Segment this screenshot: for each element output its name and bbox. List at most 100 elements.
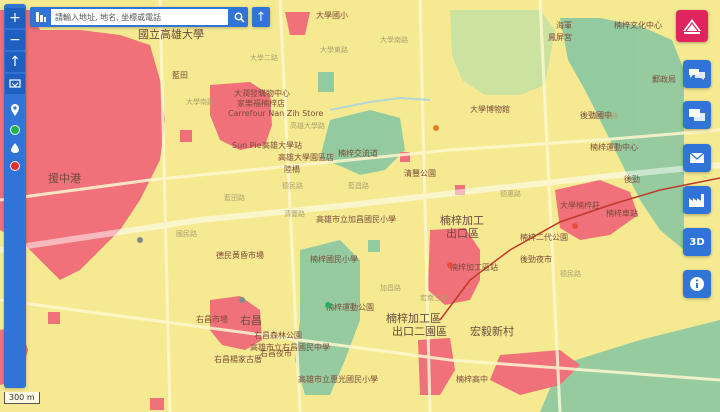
map-label: Carrefour Nan Zih Store xyxy=(228,109,323,118)
factory-icon xyxy=(689,194,704,207)
factory-button[interactable] xyxy=(683,186,711,214)
map-label: 楠梓運動中心 xyxy=(590,142,638,152)
green-zone-small-1 xyxy=(318,72,334,92)
search-input[interactable] xyxy=(51,9,228,25)
map-label: 郵政局 xyxy=(652,74,676,84)
map-label: 援中港 xyxy=(48,171,81,185)
map-label: 楠梓車站 xyxy=(606,208,638,218)
map-label: 後勁夜市 xyxy=(520,254,552,264)
map-label: 宏毅新村 xyxy=(470,324,514,338)
brand-logo-icon xyxy=(683,19,701,34)
map-marker-icon xyxy=(11,104,19,116)
map-label: 藍田路 xyxy=(224,193,245,202)
map-app: 國立高雄大學 藍田 大學國小 大學二路 大學東路 大學南路 大潤發購物中心 大學… xyxy=(0,0,720,412)
map-label: 鳳屏宮 xyxy=(548,32,572,42)
map-label: 藍田 xyxy=(172,70,188,80)
map-label: 清豐路 xyxy=(284,209,305,218)
logo-button[interactable] xyxy=(676,10,708,42)
layers-button[interactable] xyxy=(5,74,25,94)
map-label: 高雄大學路 xyxy=(290,121,325,130)
map-label: 出口區 xyxy=(446,226,479,240)
map-label: 後勁 xyxy=(624,174,640,184)
chat-button[interactable] xyxy=(683,60,711,88)
map-label: 楠梓高中 xyxy=(456,374,488,384)
map-label: 藍昌路 xyxy=(348,181,369,190)
search-icon xyxy=(234,12,245,23)
map-label: 楠梓運動公園 xyxy=(326,302,374,312)
red-circle-icon xyxy=(10,161,20,171)
left-toolbar: + − ↑ xyxy=(4,4,26,388)
map-label: 宏南三路 xyxy=(420,293,448,302)
mail-button[interactable] xyxy=(683,144,711,172)
map-label: 楠梓二代公園 xyxy=(520,232,568,242)
red-zone-small-5 xyxy=(150,398,164,410)
green-filter-button[interactable] xyxy=(5,120,25,140)
search-up-button[interactable]: ↑ xyxy=(252,7,270,27)
red-filter-button[interactable] xyxy=(5,156,25,176)
map-label: 高雄市立加昌國民小學 xyxy=(316,214,396,224)
map-label: 國立高雄大學 xyxy=(138,27,204,41)
map-label: 大學南路 xyxy=(380,35,408,44)
zoom-in-button[interactable]: + xyxy=(5,8,25,28)
map-label: 楠梓文化中心 xyxy=(614,20,662,30)
map-label: 右昌森林公園 xyxy=(254,330,302,340)
map-label: 右昌夜市 xyxy=(260,348,292,358)
map-label: 大學南路 xyxy=(186,97,214,106)
layers-icon xyxy=(9,79,21,88)
map-label: 德民路 xyxy=(282,181,303,190)
map-label: 右昌 xyxy=(240,313,262,327)
arrow-up-icon: ↑ xyxy=(255,9,267,25)
map-label: 高雄大學園區店 xyxy=(278,152,334,162)
3d-button[interactable]: 3D xyxy=(683,228,711,256)
poi-marker[interactable] xyxy=(572,223,578,229)
locate-button[interactable]: ↑ xyxy=(5,52,25,72)
water-filter-button[interactable] xyxy=(5,138,25,158)
poi-marker[interactable] xyxy=(325,302,331,308)
map-label: 德惠路 xyxy=(500,189,521,198)
green-circle-icon xyxy=(10,125,20,135)
green-zone-university-park xyxy=(450,10,555,95)
chat-bubbles-icon xyxy=(689,69,705,80)
arrow-up-icon: ↑ xyxy=(9,54,21,70)
map-label: 大學國小 xyxy=(316,10,348,20)
plus-icon: + xyxy=(9,10,21,26)
water-drop-icon xyxy=(11,143,19,153)
poi-marker[interactable] xyxy=(433,125,439,131)
map-label: 大學博物館 xyxy=(470,104,510,114)
map-canvas[interactable]: 國立高雄大學 藍田 大學國小 大學二路 大學東路 大學南路 大潤發購物中心 大學… xyxy=(0,0,720,412)
map-label: 家樂福楠梓店 xyxy=(237,98,285,108)
poi-marker[interactable] xyxy=(447,262,453,268)
map-label: 清豐公園 xyxy=(404,168,436,178)
map-label: 大潤發購物中心 xyxy=(234,88,290,98)
map-label: 後勁國中 xyxy=(580,110,612,120)
map-label: 大學東路 xyxy=(320,45,348,54)
map-label: 德民黃昏市場 xyxy=(216,250,264,260)
minus-icon: − xyxy=(9,32,21,48)
info-icon xyxy=(690,277,704,291)
map-tools-icon xyxy=(33,9,49,25)
marker-tool-button[interactable] xyxy=(5,100,25,120)
map-label: 右昌楊家古厝 xyxy=(214,354,262,364)
scale-bar: 300 m xyxy=(4,392,40,404)
map-label: 右昌市場 xyxy=(196,314,228,324)
green-zone-small-2 xyxy=(368,240,380,252)
map-label: 楠梓國民小學 xyxy=(310,254,358,264)
map-label: 大學二路 xyxy=(250,53,278,62)
red-zone-small-4 xyxy=(48,312,60,324)
poi-marker[interactable] xyxy=(239,297,245,303)
3d-label: 3D xyxy=(689,236,705,248)
search-button[interactable] xyxy=(230,8,248,26)
map-label: 大學楠梓莊 xyxy=(560,200,600,210)
map-label: 楠梓加工 xyxy=(440,213,484,227)
info-button[interactable] xyxy=(683,270,711,298)
chat-icon xyxy=(689,109,705,121)
map-label: 楠梓交流道 xyxy=(338,148,378,158)
poi-marker[interactable] xyxy=(137,237,143,243)
map-label: 楠梓加工區 xyxy=(386,311,441,325)
mail-icon xyxy=(689,152,705,163)
map-label: 國民路 xyxy=(176,229,197,238)
map-label: 高雄市立惠光國民小學 xyxy=(298,374,378,384)
message-button[interactable] xyxy=(683,101,711,129)
map-label: 德民路 xyxy=(560,269,581,278)
zoom-out-button[interactable]: − xyxy=(5,30,25,50)
